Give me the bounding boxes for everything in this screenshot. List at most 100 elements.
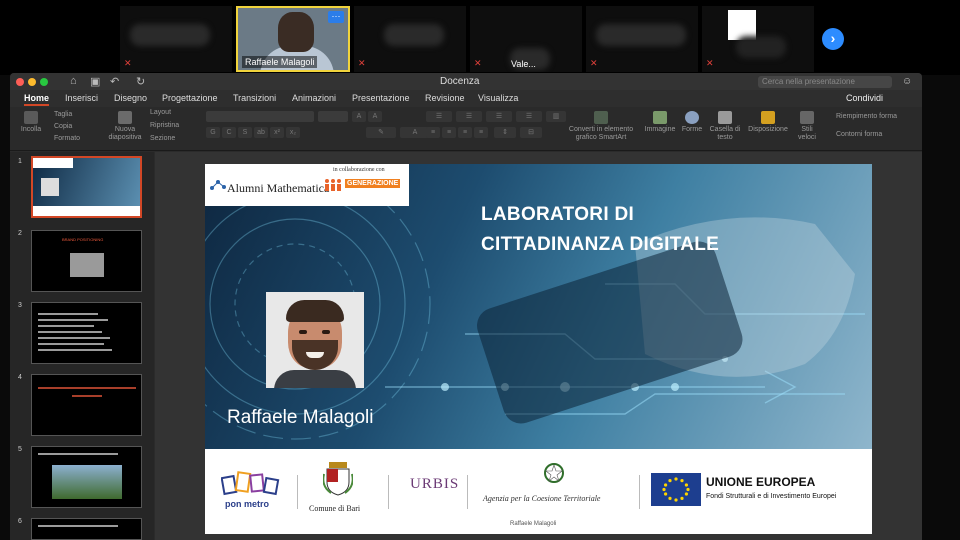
- reset-button[interactable]: Ripristina: [150, 122, 179, 129]
- font-family-select[interactable]: [206, 111, 314, 122]
- layout-button[interactable]: Layout: [150, 109, 171, 116]
- current-slide[interactable]: Alumni Mathematica in collaborazione con…: [205, 164, 872, 534]
- tab-insert[interactable]: Inserisci: [65, 93, 98, 103]
- slide-number: 4: [18, 374, 22, 381]
- line-spacing-button[interactable]: ☰: [516, 111, 542, 122]
- urbis-logo: URBIS: [410, 476, 460, 492]
- align-left-button[interactable]: ≡: [426, 127, 440, 138]
- tab-transitions[interactable]: Transizioni: [233, 93, 276, 103]
- paste-button[interactable]: Incolla: [16, 111, 46, 134]
- indent-button[interactable]: ☰: [486, 111, 512, 122]
- slide-thumbnail-3[interactable]: [31, 302, 142, 364]
- tab-draw[interactable]: Disegno: [114, 93, 147, 103]
- insert-shapes-button[interactable]: Forme: [678, 111, 706, 134]
- strikethrough-button[interactable]: ab: [254, 127, 268, 138]
- copy-button[interactable]: Copia: [54, 123, 72, 130]
- tab-review[interactable]: Revisione: [425, 93, 465, 103]
- numbering-button[interactable]: ☰: [456, 111, 482, 122]
- next-page-button[interactable]: ›: [822, 28, 844, 50]
- tab-view[interactable]: Visualizza: [478, 93, 518, 103]
- slide-thumbnail-1[interactable]: [31, 156, 142, 218]
- italic-button[interactable]: C: [222, 127, 236, 138]
- participant-tile[interactable]: ✕: [120, 6, 232, 72]
- shape-fill-button[interactable]: Riempimento forma: [836, 113, 897, 120]
- slide-thumbnail-5[interactable]: [31, 446, 142, 508]
- participant-tile[interactable]: ✕ Vale...: [470, 6, 582, 72]
- tab-slideshow[interactable]: Presentazione: [352, 93, 410, 103]
- participant-name: Vale...: [511, 59, 536, 69]
- paste-label: Incolla: [20, 126, 42, 133]
- increase-font-button[interactable]: A: [352, 111, 366, 122]
- slide-number: 6: [18, 518, 22, 525]
- columns-button[interactable]: ▥: [546, 111, 566, 122]
- save-icon[interactable]: ▣: [90, 75, 100, 88]
- insert-textbox-button[interactable]: Casella di testo: [708, 111, 742, 142]
- comune-di-bari-logo: Comune di Bari: [309, 504, 361, 513]
- cut-button[interactable]: Taglia: [54, 111, 72, 118]
- participant-tile[interactable]: ✕: [586, 6, 698, 72]
- search-input[interactable]: Cerca nella presentazione: [758, 76, 892, 88]
- tab-design[interactable]: Progettazione: [162, 93, 218, 103]
- bullets-button[interactable]: ☰: [426, 111, 452, 122]
- align-right-button[interactable]: ≡: [458, 127, 472, 138]
- shapes-label: Forme: [681, 126, 703, 133]
- undo-icon[interactable]: ↶: [110, 75, 119, 88]
- ribbon-tabs: Home Inserisci Disegno Progettazione Tra…: [10, 90, 922, 107]
- justify-button[interactable]: ≡: [474, 127, 488, 138]
- bold-button[interactable]: G: [206, 127, 220, 138]
- slide-thumbnail-6[interactable]: [31, 518, 142, 540]
- maximize-window-button[interactable]: [40, 78, 48, 86]
- eu-flag-icon: [651, 473, 701, 506]
- minimize-window-button[interactable]: [28, 78, 36, 86]
- highlight-color-button[interactable]: ✎: [366, 127, 396, 138]
- close-window-button[interactable]: [16, 78, 24, 86]
- slide-thumbnail-2[interactable]: BRAND POSITIONING: [31, 230, 142, 292]
- slide-number: 3: [18, 302, 22, 309]
- ribbon-home: Incolla Taglia Copia Formato Nuova diapo…: [10, 107, 922, 151]
- quick-styles-button[interactable]: Stili veloci: [792, 111, 822, 142]
- format-painter-button[interactable]: Formato: [54, 135, 80, 142]
- quick-styles-icon: [800, 111, 814, 124]
- smartart-icon: [594, 111, 608, 124]
- slide-editor[interactable]: Alumni Mathematica in collaborazione con…: [155, 152, 922, 540]
- new-slide-button[interactable]: Nuova diapositiva: [104, 111, 146, 142]
- underline-button[interactable]: S: [238, 127, 252, 138]
- decrease-font-button[interactable]: A: [368, 111, 382, 122]
- tab-home[interactable]: Home: [24, 93, 50, 106]
- presenter-photo[interactable]: [266, 292, 364, 388]
- presenter-name[interactable]: Raffaele Malagoli: [227, 407, 373, 429]
- participant-tile[interactable]: ✕: [702, 6, 814, 72]
- smartart-convert-button[interactable]: Converti in elemento grafico SmartArt: [566, 111, 636, 142]
- align-text-button[interactable]: ⊟: [520, 127, 542, 138]
- share-button[interactable]: Condividi: [846, 93, 883, 103]
- document-title: Docenza: [440, 76, 480, 87]
- eu-subtitle: Fondi Strutturali e di Investimento Euro…: [706, 493, 837, 500]
- participant-strip: ✕ ··· Raffaele Malagoli ✕ ✕ Vale... ✕ ✕ …: [0, 0, 960, 75]
- muted-mic-icon: ✕: [590, 58, 598, 68]
- redo-icon[interactable]: ↻: [136, 75, 145, 88]
- slide-title[interactable]: LABORATORI DI CITTADINANZA DIGITALE: [481, 200, 811, 260]
- muted-mic-icon: ✕: [474, 58, 482, 68]
- arrange-button[interactable]: Disposizione: [746, 111, 790, 134]
- slide-thumbnail-4[interactable]: [31, 374, 142, 436]
- more-options-button[interactable]: ···: [328, 11, 344, 23]
- collaboration-label: in collaborazione con: [333, 167, 385, 173]
- user-icon[interactable]: ☺: [902, 76, 913, 87]
- participant-tile[interactable]: ✕: [354, 6, 466, 72]
- partner-logos: Alumni Mathematica in collaborazione con…: [205, 164, 409, 206]
- thumbnail-heading: BRAND POSITIONING: [62, 237, 104, 242]
- align-center-button[interactable]: ≡: [442, 127, 456, 138]
- muted-mic-icon: ✕: [358, 58, 366, 68]
- tab-animations[interactable]: Animazioni: [292, 93, 336, 103]
- new-slide-label: Nuova diapositiva: [108, 126, 142, 141]
- subscript-button[interactable]: x₂: [286, 127, 300, 138]
- home-icon[interactable]: ⌂: [70, 75, 77, 87]
- section-button[interactable]: Sezione: [150, 135, 175, 142]
- insert-image-button[interactable]: Immagine: [644, 111, 676, 134]
- font-size-select[interactable]: [318, 111, 348, 122]
- superscript-button[interactable]: x²: [270, 127, 284, 138]
- text-direction-button[interactable]: ⇕: [494, 127, 516, 138]
- shape-outline-button[interactable]: Contorni forma: [836, 131, 882, 138]
- slide-thumbnails-panel[interactable]: 1 2 BRAND POSITIONING 3 4 5 6: [10, 152, 154, 540]
- participant-tile-active[interactable]: ··· Raffaele Malagoli: [236, 6, 350, 72]
